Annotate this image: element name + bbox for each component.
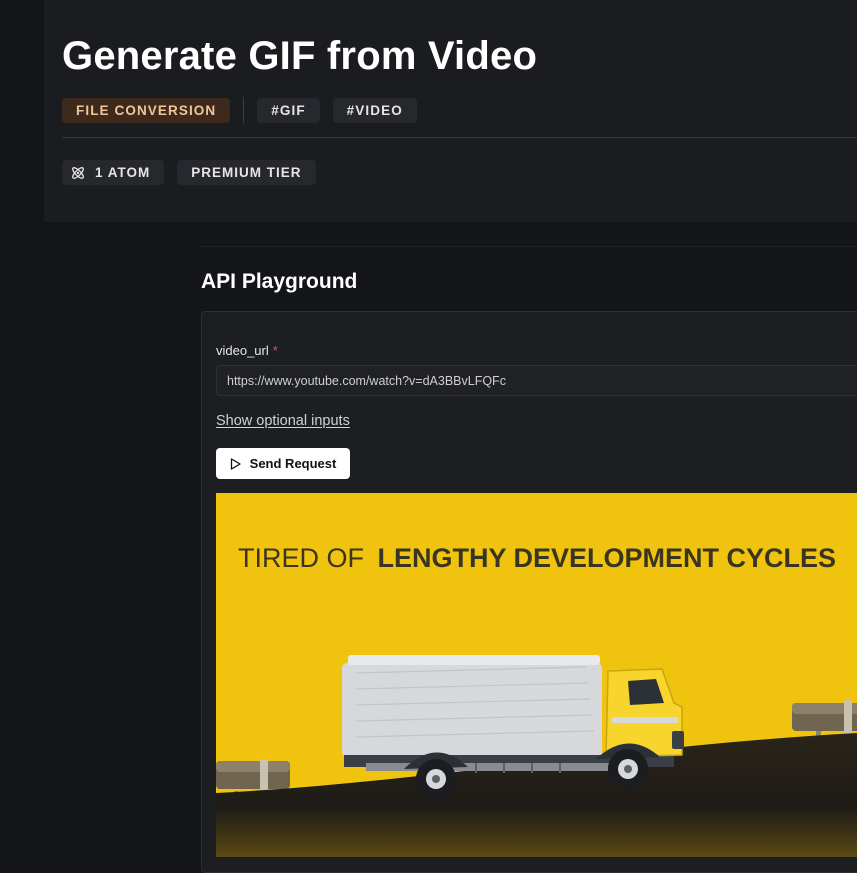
preview-caption: TIRED OF LENGTHY DEVELOPMENT CYCLES <box>238 543 836 573</box>
tag-video[interactable]: #VIDEO <box>332 97 417 123</box>
tag-gif[interactable]: #GIF <box>257 97 320 123</box>
header-divider <box>62 137 857 138</box>
send-request-label: Send Request <box>249 456 337 471</box>
preview-caption-light: TIRED OF <box>238 543 364 573</box>
video-url-input[interactable] <box>216 365 857 396</box>
send-request-button[interactable]: Send Request <box>216 448 350 479</box>
show-optional-inputs-link[interactable]: Show optional inputs <box>216 413 350 429</box>
required-marker: * <box>272 343 278 358</box>
atom-count-badge: 1 ATOM <box>62 160 165 185</box>
playground-title: API Playground <box>201 270 358 293</box>
category-tag[interactable]: FILE CONVERSION <box>62 97 231 123</box>
meta-row: 1 ATOM PREMIUM TIER <box>62 160 316 185</box>
preview-caption-bold: LENGTHY DEVELOPMENT CYCLES <box>378 543 837 573</box>
play-icon <box>230 457 241 470</box>
tier-badge: PREMIUM TIER <box>177 160 316 185</box>
page-title: Generate GIF from Video <box>62 34 538 78</box>
atom-count-label: 1 ATOM <box>95 165 151 180</box>
video-url-label-text: video_url <box>216 343 269 358</box>
preview-illustration: TIRED OF LENGTHY DEVELOPMENT CYCLES <box>216 543 857 857</box>
atom-icon <box>70 165 86 181</box>
gif-preview: TIRED OF LENGTHY DEVELOPMENT CYCLES <box>216 493 857 857</box>
video-url-label: video_url * <box>216 343 278 358</box>
tag-divider <box>243 97 245 123</box>
tag-row: FILE CONVERSION #GIF #VIDEO <box>62 97 417 123</box>
